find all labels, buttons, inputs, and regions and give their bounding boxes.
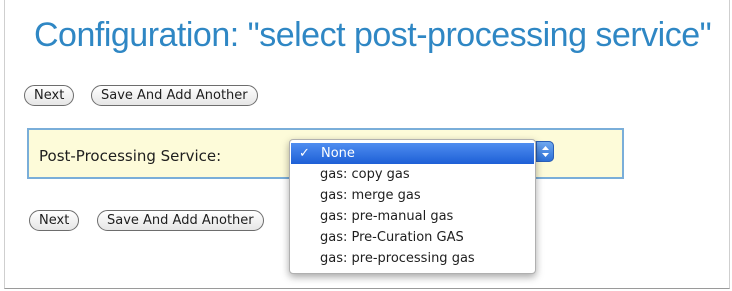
menu-option-none[interactable]: ✓ None bbox=[291, 143, 534, 164]
post-processing-service-label: Post-Processing Service: bbox=[39, 147, 222, 165]
option-label: gas: copy gas bbox=[320, 167, 410, 182]
menu-option-merge-gas[interactable]: gas: merge gas bbox=[290, 185, 535, 206]
next-button-bottom[interactable]: Next bbox=[29, 210, 80, 231]
menu-option-pre-processing-gas[interactable]: gas: pre-processing gas bbox=[290, 248, 535, 269]
menu-option-pre-curation-gas[interactable]: gas: Pre-Curation GAS bbox=[290, 227, 535, 248]
updown-arrows-icon[interactable] bbox=[536, 141, 554, 162]
option-label: gas: Pre-Curation GAS bbox=[320, 230, 464, 245]
save-and-add-another-button-top[interactable]: Save And Add Another bbox=[91, 85, 258, 106]
menu-option-copy-gas[interactable]: gas: copy gas bbox=[290, 164, 535, 185]
page-title: Configuration: "select post-processing s… bbox=[34, 16, 712, 54]
checkmark-icon: ✓ bbox=[299, 146, 310, 161]
option-label: gas: pre-manual gas bbox=[320, 209, 454, 224]
menu-option-pre-manual-gas[interactable]: gas: pre-manual gas bbox=[290, 206, 535, 227]
next-button-top[interactable]: Next bbox=[24, 85, 75, 106]
option-label: gas: pre-processing gas bbox=[320, 251, 475, 266]
save-and-add-another-button-bottom[interactable]: Save And Add Another bbox=[97, 210, 264, 231]
dropdown-menu: ✓ None gas: copy gas gas: merge gas gas:… bbox=[289, 139, 536, 274]
option-label: gas: merge gas bbox=[320, 188, 421, 203]
option-label: None bbox=[321, 146, 355, 161]
